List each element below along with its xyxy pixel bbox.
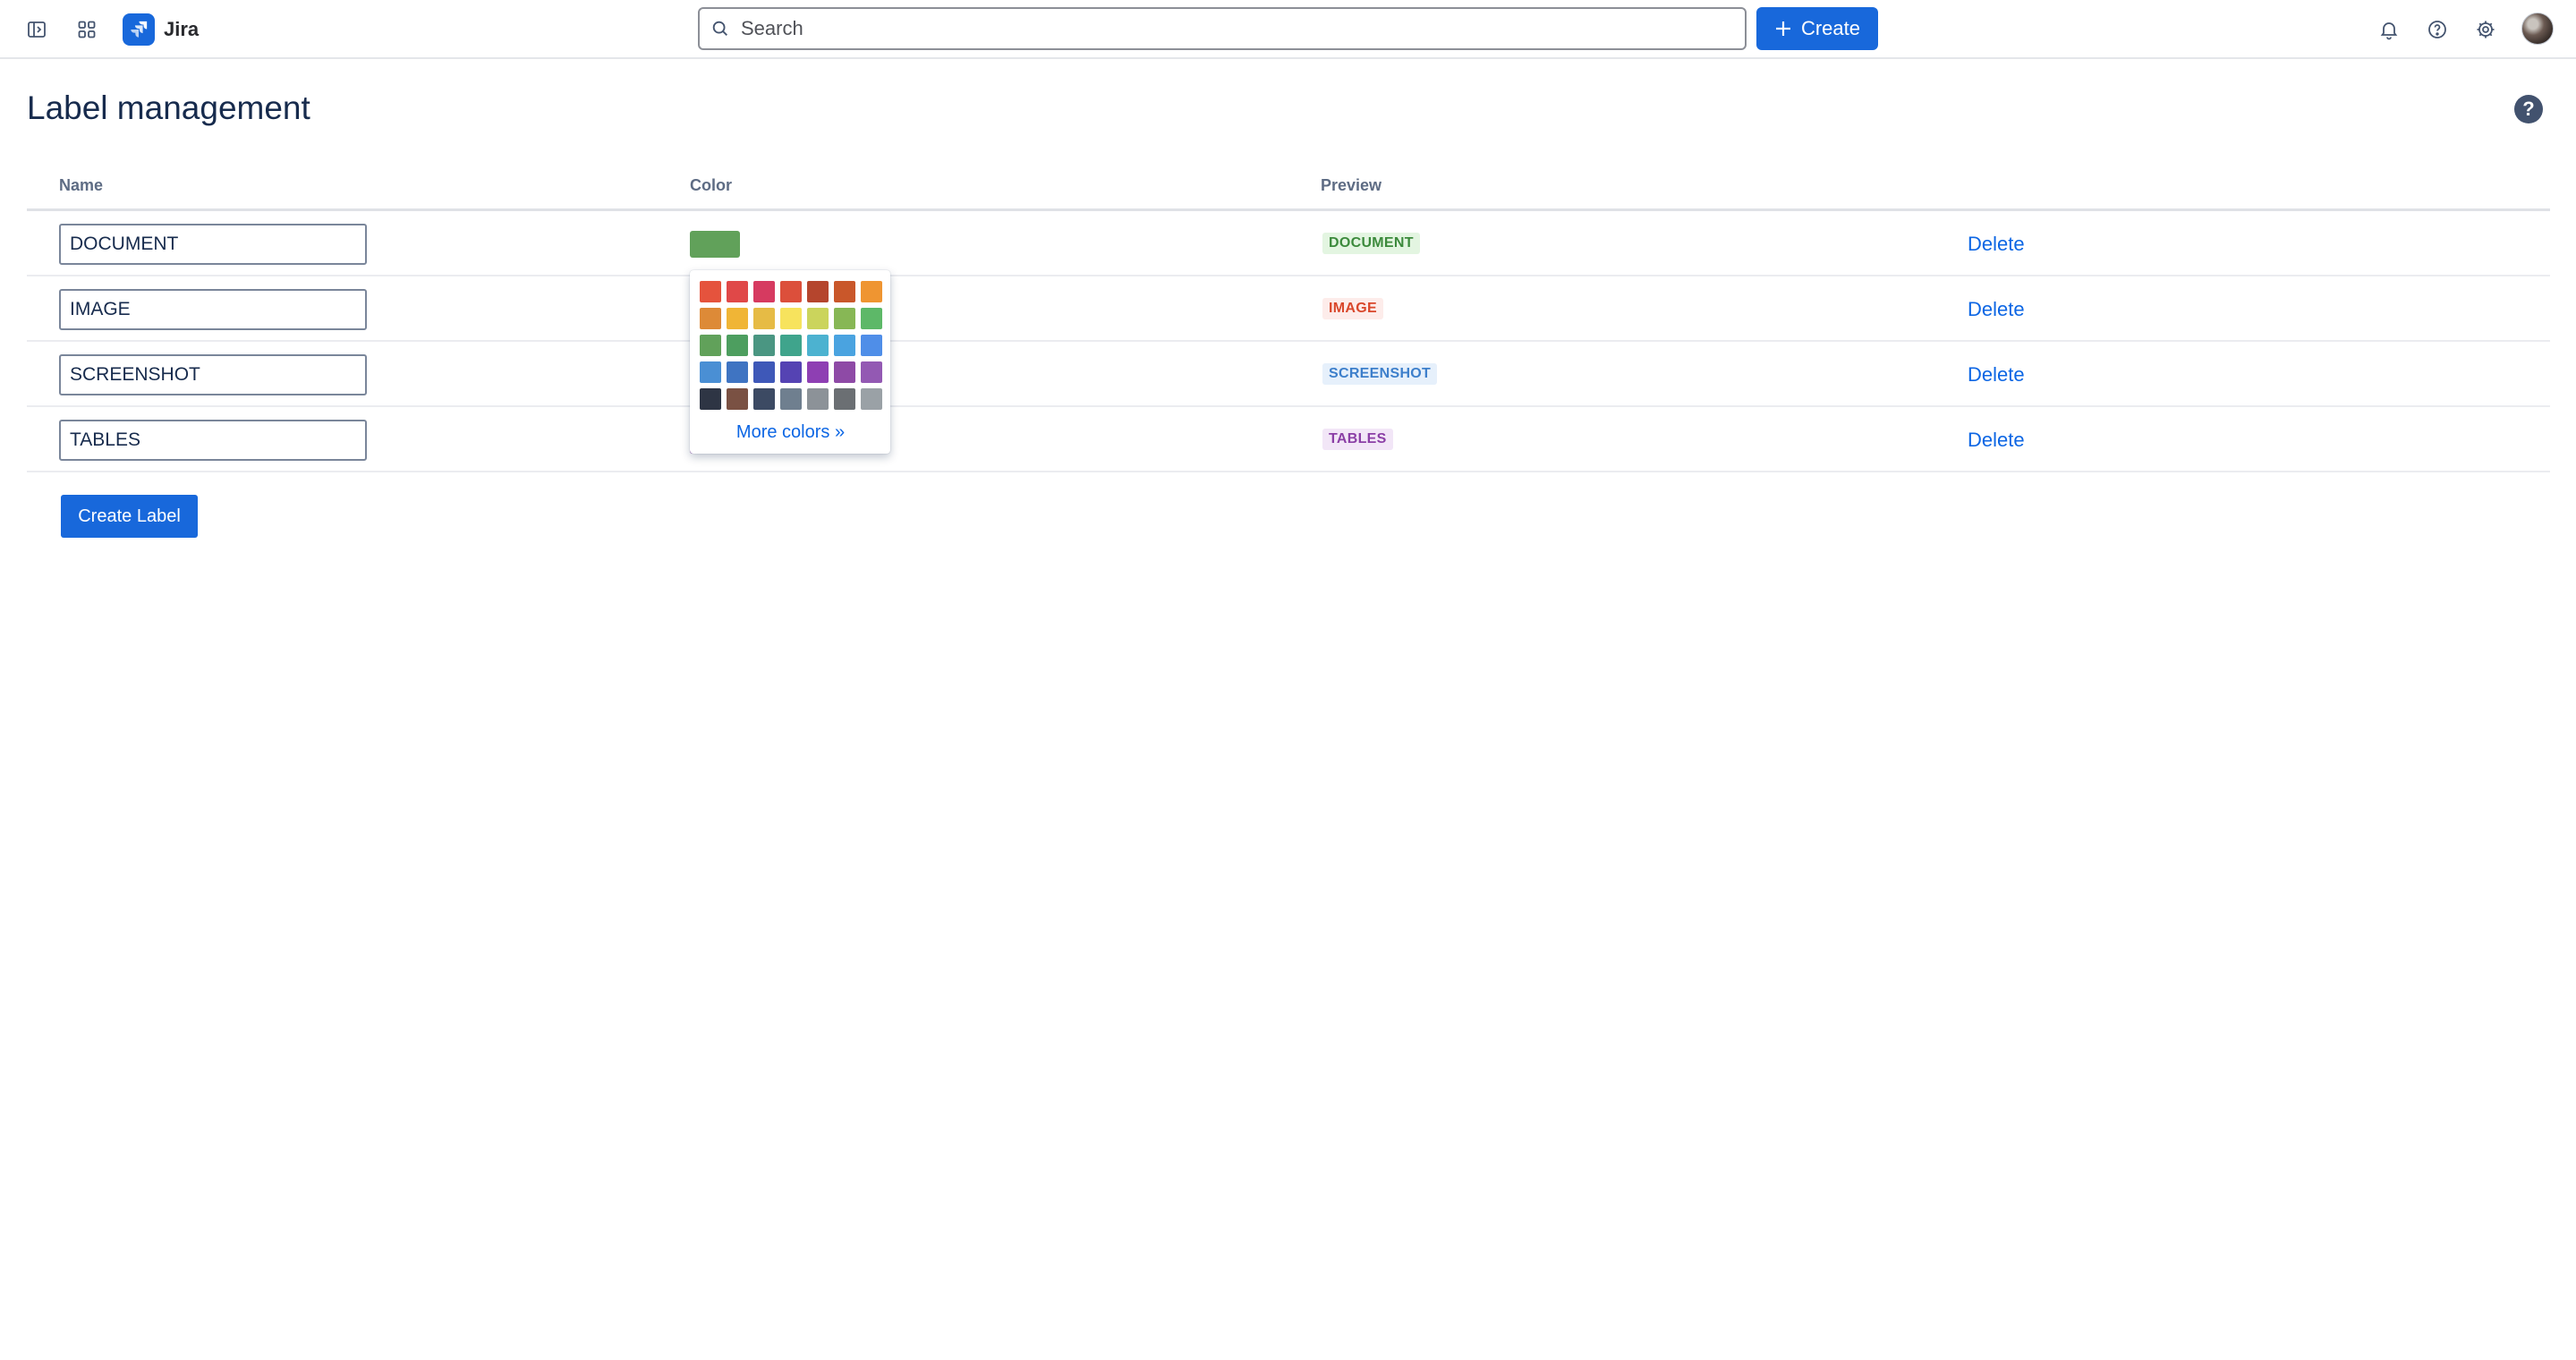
color-option[interactable] bbox=[807, 281, 829, 302]
label-preview-lozenge: SCREENSHOT bbox=[1322, 363, 1438, 385]
app-switcher-icon[interactable] bbox=[69, 12, 105, 47]
color-option[interactable] bbox=[834, 335, 855, 356]
color-option[interactable] bbox=[807, 308, 829, 329]
column-header-preview: Preview bbox=[1321, 176, 1382, 194]
color-option[interactable] bbox=[753, 388, 775, 410]
label-preview-lozenge: DOCUMENT bbox=[1322, 233, 1420, 254]
color-option[interactable] bbox=[753, 308, 775, 329]
label-preview-lozenge: IMAGE bbox=[1322, 298, 1383, 319]
color-option[interactable] bbox=[861, 308, 882, 329]
create-button[interactable]: Create bbox=[1756, 7, 1878, 50]
delete-link[interactable]: Delete bbox=[1968, 233, 2025, 256]
color-option[interactable] bbox=[727, 308, 748, 329]
table-row: IMAGE Delete bbox=[27, 276, 2550, 342]
label-name-input[interactable] bbox=[59, 420, 367, 461]
page-title: Label management bbox=[27, 89, 310, 126]
label-name-input[interactable] bbox=[59, 354, 367, 395]
table-row: TABLES Delete bbox=[27, 407, 2550, 472]
gear-icon[interactable] bbox=[2468, 12, 2504, 47]
color-option[interactable] bbox=[780, 361, 802, 383]
table-row: SCREENSHOT Delete bbox=[27, 342, 2550, 407]
color-option[interactable] bbox=[780, 281, 802, 302]
label-table: Name Color Preview DOCUMENT Delete IMAGE… bbox=[27, 161, 2550, 472]
label-color-swatch[interactable] bbox=[690, 231, 740, 258]
column-header-name: Name bbox=[59, 176, 104, 194]
label-name-input[interactable] bbox=[59, 224, 367, 265]
color-option[interactable] bbox=[700, 335, 721, 356]
more-colors-link[interactable]: More colors » bbox=[700, 422, 881, 443]
color-option[interactable] bbox=[727, 361, 748, 383]
search-icon bbox=[712, 21, 727, 36]
sidebar-toggle-icon[interactable] bbox=[19, 12, 55, 47]
search-box[interactable] bbox=[698, 7, 1747, 50]
delete-link[interactable]: Delete bbox=[1968, 429, 2025, 452]
color-option[interactable] bbox=[700, 361, 721, 383]
color-option[interactable] bbox=[861, 361, 882, 383]
table-row: DOCUMENT Delete bbox=[27, 211, 2550, 276]
color-option[interactable] bbox=[834, 281, 855, 302]
color-option[interactable] bbox=[727, 281, 748, 302]
help-icon[interactable] bbox=[2419, 12, 2455, 47]
color-option[interactable] bbox=[861, 335, 882, 356]
search-input[interactable] bbox=[739, 16, 1705, 41]
color-option[interactable] bbox=[727, 388, 748, 410]
column-header-color: Color bbox=[690, 176, 732, 194]
page-help-icon[interactable]: ? bbox=[2514, 95, 2543, 123]
bell-icon[interactable] bbox=[2371, 12, 2407, 47]
delete-link[interactable]: Delete bbox=[1968, 363, 2025, 387]
create-button-label: Create bbox=[1800, 17, 1861, 39]
color-picker-grid bbox=[700, 281, 882, 410]
avatar[interactable] bbox=[2521, 13, 2554, 45]
plus-icon bbox=[1774, 20, 1792, 38]
color-option[interactable] bbox=[753, 281, 775, 302]
color-option[interactable] bbox=[807, 335, 829, 356]
color-picker-popup: More colors » bbox=[690, 270, 890, 454]
color-option[interactable] bbox=[700, 308, 721, 329]
color-option[interactable] bbox=[834, 361, 855, 383]
jira-home-link[interactable]: Jira bbox=[123, 12, 199, 47]
color-option[interactable] bbox=[834, 308, 855, 329]
color-option[interactable] bbox=[834, 388, 855, 410]
label-name-input[interactable] bbox=[59, 289, 367, 330]
color-option[interactable] bbox=[861, 281, 882, 302]
color-option[interactable] bbox=[807, 361, 829, 383]
color-option[interactable] bbox=[753, 361, 775, 383]
color-option[interactable] bbox=[727, 335, 748, 356]
jira-logo-icon bbox=[123, 13, 155, 46]
color-option[interactable] bbox=[753, 335, 775, 356]
create-label-button[interactable]: Create Label bbox=[61, 495, 198, 538]
color-option[interactable] bbox=[700, 388, 721, 410]
color-option[interactable] bbox=[700, 281, 721, 302]
table-header: Name Color Preview bbox=[27, 161, 2550, 211]
color-option[interactable] bbox=[780, 388, 802, 410]
app-name: Jira bbox=[164, 18, 200, 40]
color-option[interactable] bbox=[780, 308, 802, 329]
color-option[interactable] bbox=[780, 335, 802, 356]
top-navigation: Jira Create bbox=[0, 0, 2576, 59]
color-option[interactable] bbox=[807, 388, 829, 410]
label-preview-lozenge: TABLES bbox=[1322, 429, 1393, 450]
color-option[interactable] bbox=[861, 388, 882, 410]
delete-link[interactable]: Delete bbox=[1968, 298, 2025, 321]
